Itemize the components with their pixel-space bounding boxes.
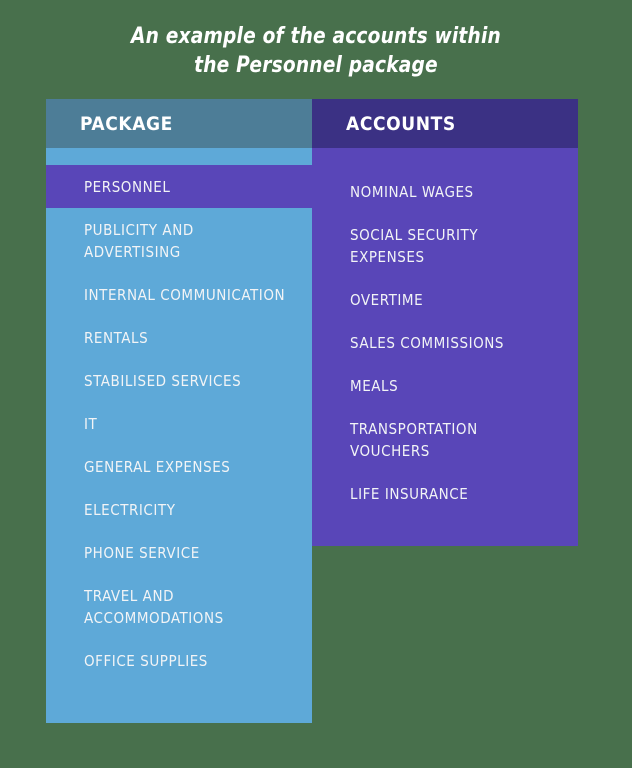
accounts-column-header: ACCOUNTS: [312, 99, 578, 148]
accounts-item[interactable]: MEALS: [312, 364, 578, 407]
package-item[interactable]: STABILISED SERVICES: [46, 359, 312, 402]
package-item[interactable]: GENERAL EXPENSES: [46, 445, 312, 488]
accounts-item[interactable]: SOCIAL SECURITY EXPENSES: [312, 213, 578, 278]
package-item[interactable]: OFFICE SUPPLIES: [46, 639, 312, 682]
accounts-item[interactable]: LIFE INSURANCE: [312, 472, 578, 515]
package-item-label: RENTALS: [84, 328, 149, 347]
package-item[interactable]: IT: [46, 402, 312, 445]
accounts-table: PACKAGE PERSONNEL PUBLICITY AND ADVERTISI…: [46, 99, 578, 723]
accounts-item-label: MEALS: [350, 376, 399, 395]
package-item-label: OFFICE SUPPLIES: [84, 651, 208, 670]
package-item[interactable]: PUBLICITY AND ADVERTISING: [46, 208, 312, 273]
package-item-label: INTERNAL COMMUNICATION: [84, 285, 286, 304]
package-item-label: TRAVEL AND ACCOMMODATIONS: [84, 586, 224, 627]
package-column: PACKAGE PERSONNEL PUBLICITY AND ADVERTISI…: [46, 99, 312, 723]
package-item[interactable]: ELECTRICITY: [46, 488, 312, 531]
package-header-underband: [46, 148, 312, 165]
package-item-label: IT: [84, 414, 98, 433]
accounts-item[interactable]: NOMINAL WAGES: [312, 170, 578, 213]
infographic-canvas: An example of the accounts within the Pe…: [0, 0, 632, 768]
package-item-label: GENERAL EXPENSES: [84, 457, 231, 476]
accounts-item-label: OVERTIME: [350, 290, 424, 309]
accounts-item[interactable]: SALES COMMISSIONS: [312, 321, 578, 364]
package-item[interactable]: TRAVEL AND ACCOMMODATIONS: [46, 574, 312, 639]
accounts-item-label: TRANSPORTATION VOUCHERS: [350, 419, 478, 460]
page-title: An example of the accounts within the Pe…: [19, 22, 613, 80]
package-item[interactable]: RENTALS: [46, 316, 312, 359]
accounts-list: NOMINAL WAGES SOCIAL SECURITY EXPENSES OVE…: [312, 148, 578, 515]
accounts-item-label: SOCIAL SECURITY EXPENSES: [350, 225, 479, 266]
page-title-line-1: An example of the accounts within: [131, 24, 501, 49]
accounts-item-label: LIFE INSURANCE: [350, 484, 469, 503]
package-item-label: PERSONNEL: [84, 177, 171, 196]
package-column-header: PACKAGE: [46, 99, 312, 148]
accounts-item-label: SALES COMMISSIONS: [350, 333, 505, 352]
package-list: PERSONNEL PUBLICITY AND ADVERTISING INTERN…: [46, 165, 312, 682]
accounts-column: ACCOUNTS NOMINAL WAGES SOCIAL SECURITY EX…: [312, 99, 578, 546]
package-item-label: ELECTRICITY: [84, 500, 176, 519]
package-item[interactable]: PHONE SERVICE: [46, 531, 312, 574]
package-item[interactable]: PERSONNEL: [46, 165, 312, 208]
package-item-label: PHONE SERVICE: [84, 543, 200, 562]
package-item[interactable]: INTERNAL COMMUNICATION: [46, 273, 312, 316]
accounts-item-label: NOMINAL WAGES: [350, 182, 474, 201]
page-title-line-2: the Personnel package: [194, 53, 438, 78]
accounts-item[interactable]: TRANSPORTATION VOUCHERS: [312, 407, 578, 472]
package-item-label: PUBLICITY AND ADVERTISING: [84, 220, 194, 261]
accounts-item[interactable]: OVERTIME: [312, 278, 578, 321]
package-item-label: STABILISED SERVICES: [84, 371, 242, 390]
